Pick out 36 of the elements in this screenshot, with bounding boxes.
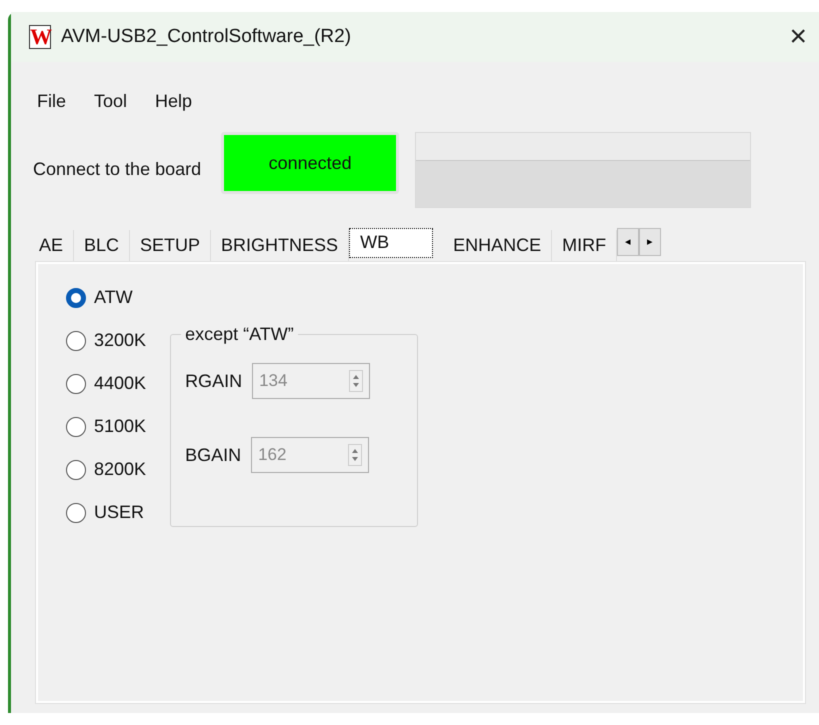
radio-icon[interactable] [66, 502, 86, 522]
radio-option[interactable]: 4400K [66, 362, 146, 405]
radio-label: ATW [94, 286, 133, 309]
connection-status[interactable]: connected [221, 132, 400, 194]
window-title: AVM-USB2_ControlSoftware_(R2) [61, 24, 352, 49]
radio-label: 3200K [94, 329, 146, 352]
radio-icon[interactable] [66, 330, 86, 350]
scroll-left-button[interactable]: ◂ [617, 228, 640, 256]
menu-item[interactable]: Help [143, 82, 204, 120]
menu-item[interactable]: File [25, 82, 78, 120]
field-label: BGAIN [185, 444, 242, 466]
radio-option[interactable]: 8200K [66, 448, 146, 491]
field-value: 162 [258, 444, 286, 466]
radio-option[interactable]: 3200K [66, 319, 146, 362]
close-button[interactable]: × [785, 22, 811, 52]
tab[interactable]: AE [29, 230, 74, 262]
tab[interactable]: ENHANCE [443, 230, 552, 262]
field-label: RGAIN [185, 370, 242, 392]
radio-label: USER [94, 501, 144, 524]
radio-icon[interactable] [66, 374, 86, 394]
scroll-right-button[interactable]: ▸ [639, 228, 662, 256]
field-value: 134 [259, 370, 288, 392]
radio-icon[interactable] [66, 288, 86, 308]
radio-option[interactable]: USER [66, 491, 146, 534]
tab[interactable]: SETUP [130, 230, 212, 262]
tab[interactable]: BLC [74, 230, 130, 262]
radio-label: 8200K [94, 458, 146, 481]
radio-icon[interactable] [66, 460, 86, 480]
radio-icon[interactable] [66, 416, 86, 436]
tab[interactable]: WB [349, 228, 434, 258]
radio-label: 4400K [94, 372, 146, 395]
radio-label: 5100K [94, 415, 146, 438]
radio-option[interactable]: ATW [66, 276, 146, 319]
connect-label: Connect to the board [33, 158, 202, 181]
menu-item[interactable]: Tool [82, 82, 140, 120]
radio-option[interactable]: 5100K [66, 405, 146, 448]
